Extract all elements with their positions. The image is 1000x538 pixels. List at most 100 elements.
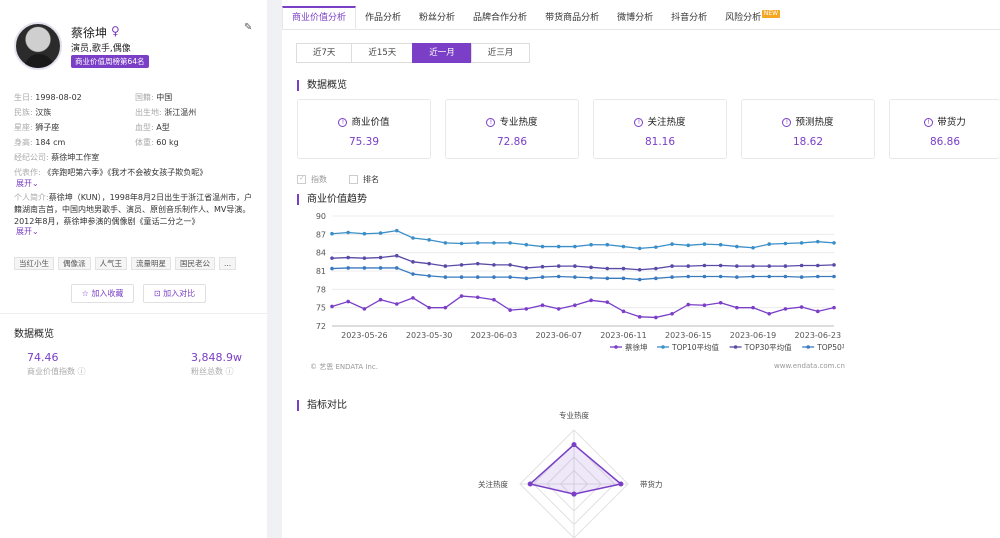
rank-badge[interactable]: 商业价值周榜第64名 bbox=[71, 55, 149, 68]
artist-profile-panel: 蔡徐坤 ♀ 演员,歌手,偶像 商业价值周榜第64名 ✎ 生日: 1998-08-… bbox=[0, 0, 267, 538]
kpi-card[interactable]: ! 专业热度 72.86 bbox=[445, 99, 579, 159]
data-point bbox=[411, 296, 415, 300]
data-point bbox=[459, 241, 464, 246]
tab-douyin[interactable]: 抖音分析 bbox=[662, 6, 716, 29]
tab-weibo[interactable]: 微博分析 bbox=[608, 6, 662, 29]
rank-checkbox[interactable] bbox=[349, 175, 358, 184]
data-point bbox=[524, 307, 529, 311]
data-point bbox=[751, 305, 755, 310]
radar-area bbox=[528, 443, 623, 495]
tab-brand[interactable]: 品牌合作分析 bbox=[464, 6, 536, 29]
radar-axis-label: 关注热度 bbox=[478, 479, 508, 489]
data-point bbox=[362, 266, 367, 270]
tag[interactable]: 偶像派 bbox=[58, 257, 91, 270]
data-point bbox=[621, 276, 626, 281]
tab-works[interactable]: 作品分析 bbox=[356, 6, 410, 29]
data-point bbox=[637, 315, 642, 319]
add-favorite-button[interactable]: ☆ 加入收藏 bbox=[71, 284, 134, 303]
data-point bbox=[751, 274, 755, 279]
commercial-index-value: 74.46 bbox=[27, 351, 59, 364]
data-point bbox=[751, 264, 755, 268]
data-point bbox=[330, 304, 334, 309]
data-point bbox=[573, 264, 577, 268]
x-tick-label: 2023-06-11 bbox=[600, 331, 647, 340]
tab-fans[interactable]: 粉丝分析 bbox=[410, 6, 464, 29]
gender-icon: ♀ bbox=[111, 24, 120, 38]
copyright: © 艺恩 ENDATA Inc. bbox=[310, 363, 378, 371]
data-point bbox=[783, 307, 788, 311]
chart-mode-toggles: 指数 排名 bbox=[297, 174, 379, 185]
data-point bbox=[605, 266, 610, 271]
edit-icon[interactable]: ✎ bbox=[244, 22, 255, 33]
range-7d[interactable]: 近7天 bbox=[296, 43, 353, 63]
data-point bbox=[573, 303, 577, 308]
data-point bbox=[589, 298, 593, 303]
index-checkbox[interactable] bbox=[297, 174, 306, 184]
tag-list: 当红小生 偶像派 人气王 流量明星 国民老公 ... bbox=[14, 257, 237, 270]
kpi-card[interactable]: ! 带货力 86.86 bbox=[889, 99, 1000, 159]
range-1m[interactable]: 近一月 bbox=[412, 43, 472, 63]
data-point bbox=[832, 305, 836, 310]
data-point bbox=[459, 275, 464, 279]
data-point bbox=[605, 242, 610, 247]
range-3m[interactable]: 近三月 bbox=[470, 43, 531, 63]
tab-risk[interactable]: 风险分析 NEW bbox=[716, 6, 781, 29]
x-tick-label: 2023-05-30 bbox=[406, 331, 453, 340]
tag[interactable]: 国民老公 bbox=[175, 257, 215, 270]
data-point bbox=[508, 241, 512, 245]
data-point bbox=[411, 260, 415, 264]
legend-label: TOP50平均值 bbox=[816, 342, 844, 352]
data-point bbox=[524, 242, 529, 247]
data-point bbox=[702, 242, 707, 246]
data-point bbox=[524, 276, 529, 281]
data-point bbox=[654, 266, 658, 271]
data-point bbox=[427, 274, 431, 278]
expand-bio-link[interactable]: 展开⌄ bbox=[16, 226, 39, 237]
data-point bbox=[735, 244, 739, 249]
data-point bbox=[783, 274, 788, 279]
data-point bbox=[540, 275, 545, 279]
data-point bbox=[783, 264, 788, 268]
tab-commercial-value[interactable]: 商业价值分析 bbox=[282, 6, 357, 29]
range-15d[interactable]: 近15天 bbox=[351, 43, 414, 63]
data-point bbox=[362, 256, 367, 260]
tab-goods[interactable]: 带货商品分析 bbox=[536, 6, 608, 29]
data-point bbox=[330, 231, 334, 236]
kpi-card[interactable]: ! 商业价值 75.39 bbox=[297, 99, 431, 159]
data-point bbox=[686, 264, 691, 268]
tag[interactable]: 当红小生 bbox=[14, 257, 54, 270]
y-tick-label: 81 bbox=[316, 267, 326, 276]
data-point bbox=[362, 307, 367, 311]
add-compare-button[interactable]: ⊡ 加入对比 bbox=[143, 284, 206, 303]
data-point bbox=[475, 275, 480, 279]
data-point bbox=[686, 302, 691, 307]
data-point bbox=[767, 264, 772, 268]
overview-title: 数据概览 bbox=[297, 80, 347, 91]
data-point bbox=[751, 245, 755, 250]
kpi-card[interactable]: ! 关注热度 81.16 bbox=[593, 99, 727, 159]
data-point bbox=[670, 311, 674, 316]
legend-swatch-dot bbox=[806, 345, 810, 349]
time-range-selector: 近7天 近15天 近一月 近三月 bbox=[296, 43, 531, 63]
tag[interactable]: 流量明星 bbox=[131, 257, 171, 270]
tag[interactable]: 人气王 bbox=[94, 257, 127, 270]
info-agency: 经纪公司: 蔡徐坤工作室 bbox=[14, 153, 100, 162]
x-tick-label: 2023-06-07 bbox=[535, 331, 582, 340]
left-overview-title: 数据概览 bbox=[14, 329, 54, 340]
data-point bbox=[556, 264, 561, 268]
data-point bbox=[637, 267, 642, 272]
data-point bbox=[832, 274, 836, 279]
data-point bbox=[799, 275, 804, 279]
artist-roles: 演员,歌手,偶像 bbox=[71, 44, 131, 54]
expand-works-link[interactable]: 展开⌄ bbox=[16, 178, 39, 189]
compare-icon: ⊡ bbox=[153, 289, 161, 298]
data-point bbox=[589, 242, 593, 247]
kpi-card[interactable]: ! 预测热度 18.62 bbox=[741, 99, 875, 159]
more-tags-button[interactable]: ... bbox=[219, 257, 237, 270]
info-birthplace: 出生地: 浙江温州 bbox=[135, 108, 197, 117]
trend-chart: 72 75 78 81 84 87 90 2023-05-26 2023-05-30 2023-0… bbox=[316, 212, 844, 352]
series-line bbox=[331, 229, 835, 250]
data-point bbox=[330, 266, 334, 271]
data-point bbox=[427, 238, 431, 242]
radar-point bbox=[571, 491, 577, 497]
